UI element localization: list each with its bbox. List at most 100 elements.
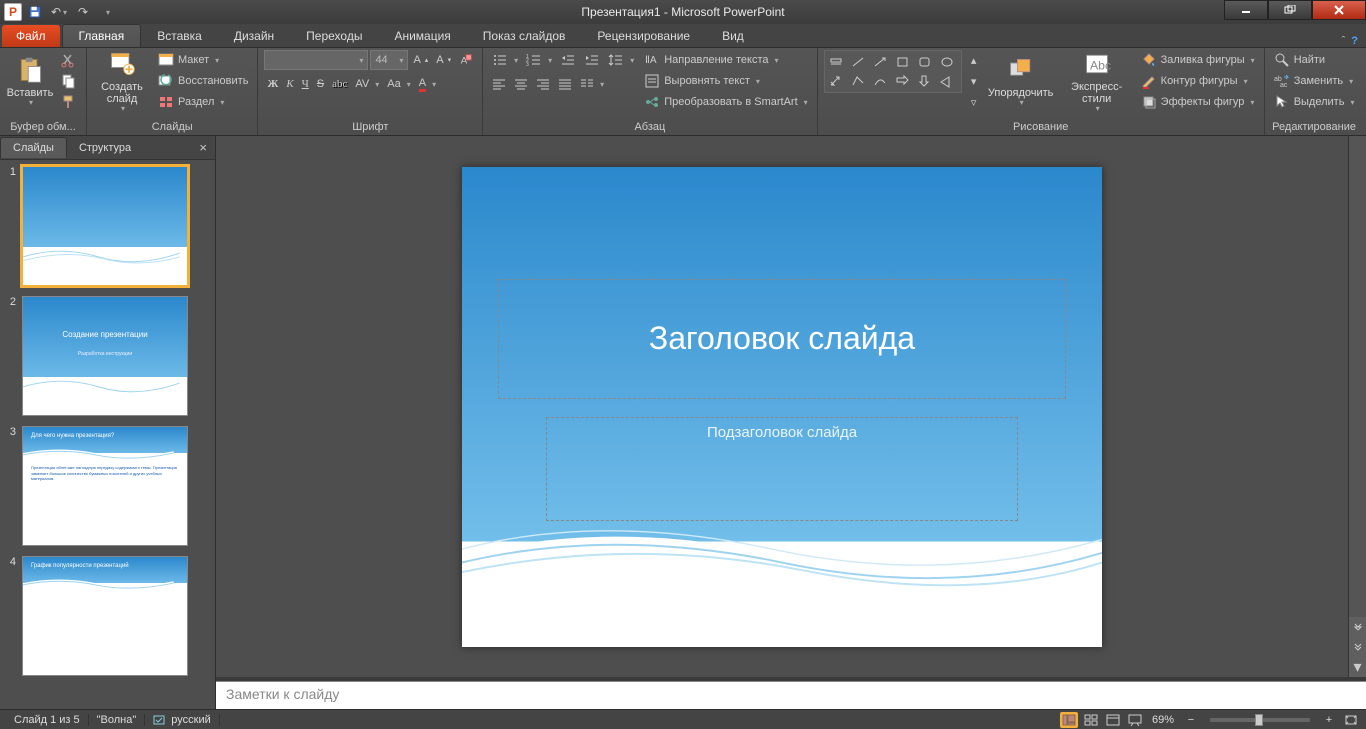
select-button[interactable]: Выделить▾ [1271,92,1358,112]
tab-insert[interactable]: Вставка [141,25,218,47]
side-tab-slides[interactable]: Слайды [0,137,67,158]
format-painter-button[interactable] [58,92,80,112]
view-sorter-button[interactable] [1082,712,1100,728]
change-case-button[interactable]: Aa▾ [384,74,413,94]
reset-button[interactable]: Восстановить [155,71,251,91]
tab-home[interactable]: Главная [62,24,142,47]
cut-button[interactable] [58,50,80,70]
status-slide[interactable]: Слайд 1 из 5 [6,714,89,726]
subtitle-placeholder[interactable]: Подзаголовок слайда [546,417,1018,521]
gallery-up[interactable]: ▴ [966,50,982,70]
undo-button[interactable]: ↶▾ [48,2,70,22]
font-color-button[interactable]: A▾ [416,74,439,94]
status-bar: Слайд 1 из 5 "Волна" русский 69% − + [0,709,1366,729]
vertical-scrollbar[interactable]: ▾ [1348,136,1366,677]
qat-customize[interactable]: ▾ [96,2,118,22]
scroll-down-button[interactable]: ▾ [1349,657,1366,677]
align-text-button[interactable]: Выровнять текст▾ [641,71,810,91]
help-icon[interactable]: ? [1351,35,1358,47]
redo-button[interactable]: ↷ [72,2,94,22]
gallery-down[interactable]: ▾ [966,71,982,91]
italic-button[interactable]: К [283,74,296,94]
arrange-button[interactable]: Упорядочить▾ [986,50,1056,114]
line-spacing-button[interactable]: ▾ [605,50,637,70]
copy-button[interactable] [58,71,80,91]
gallery-more[interactable]: ▿ [966,92,982,112]
outdent-button[interactable] [557,50,579,70]
align-right-button[interactable] [533,74,553,94]
zoom-slider[interactable] [1210,718,1310,722]
minimize-button[interactable] [1224,0,1268,20]
shape-fill-button[interactable]: Заливка фигуры▾ [1138,50,1258,70]
thumb-2[interactable]: Создание презентации Разработка инструкц… [22,296,188,416]
bullets-button[interactable]: ▾ [489,50,521,70]
thumbnail-list[interactable]: 1 2 Создание презентации Разработка инст… [0,160,215,709]
tab-animation[interactable]: Анимация [378,25,466,47]
status-lang[interactable]: русский [145,714,219,726]
next-slide-button[interactable] [1349,637,1366,657]
title-bar: P ↶▾ ↷ ▾ Презентация1 - Microsoft PowerP… [0,0,1366,24]
grow-font-button[interactable]: A▴ [410,50,431,70]
tab-review[interactable]: Рецензирование [581,25,706,47]
notes-pane[interactable]: Заметки к слайду [216,681,1366,709]
shapes-gallery[interactable] [824,50,962,93]
thumb-4[interactable]: График популярности презентаций [22,556,188,676]
quick-styles-button[interactable]: Abc Экспресс-стили▾ [1060,50,1134,114]
maximize-button[interactable] [1268,0,1312,20]
layout-button[interactable]: Макет▾ [155,50,251,70]
numbering-button[interactable]: 123▾ [523,50,555,70]
justify-button[interactable] [555,74,575,94]
char-spacing-button[interactable]: AV▾ [352,74,382,94]
slide-canvas[interactable]: Заголовок слайда Подзаголовок слайда [216,136,1348,677]
group-label-drawing: Рисование [824,119,1258,135]
editor-area: Заголовок слайда Подзаголовок слайда ▾ З… [216,136,1366,709]
zoom-in-button[interactable]: + [1320,712,1338,728]
new-slide-button[interactable]: Создать слайд▾ [93,50,151,114]
tab-slideshow[interactable]: Показ слайдов [467,25,582,47]
svg-text:ⅡA: ⅡA [645,55,657,66]
shrink-font-button[interactable]: A▾ [433,50,454,70]
title-placeholder[interactable]: Заголовок слайда [498,279,1066,399]
shape-outline-button[interactable]: Контур фигуры▾ [1138,71,1258,91]
view-reading-button[interactable] [1104,712,1122,728]
zoom-out-button[interactable]: − [1182,712,1200,728]
bold-button[interactable]: Ж [264,74,281,94]
prev-slide-button[interactable] [1349,617,1366,637]
tab-transitions[interactable]: Переходы [290,25,378,47]
align-center-button[interactable] [511,74,531,94]
replace-button[interactable]: abacЗаменить▾ [1271,71,1358,91]
indent-button[interactable] [581,50,603,70]
tab-view[interactable]: Вид [706,25,760,47]
side-panel-close[interactable]: × [191,140,215,155]
close-button[interactable] [1312,0,1366,20]
tab-file[interactable]: Файл [2,25,60,47]
section-button[interactable]: Раздел▾ [155,92,251,112]
underline-button[interactable]: Ч [299,74,312,94]
save-button[interactable] [24,2,46,22]
strike-button[interactable]: S [314,74,327,94]
side-tab-outline[interactable]: Структура [67,138,143,158]
thumb-3[interactable]: Для чего нужна презентация? Презентация … [22,426,188,546]
columns-button[interactable]: ▾ [577,74,607,94]
paste-button[interactable]: Вставить▾ [6,50,54,114]
thumb-1[interactable] [22,166,188,286]
font-family-combo[interactable]: ▾ [264,50,368,70]
view-normal-button[interactable] [1060,712,1078,728]
shape-effects-button[interactable]: Эффекты фигур▾ [1138,92,1258,112]
font-size-combo[interactable]: 44▾ [370,50,408,70]
align-left-button[interactable] [489,74,509,94]
group-paragraph: ▾ 123▾ ▾ ▾ ⅡAНаправление текста▾ Выровня… [483,48,818,135]
smartart-button[interactable]: Преобразовать в SmartArt▾ [641,92,810,112]
app-icon[interactable]: P [4,3,22,21]
zoom-value[interactable]: 69% [1152,714,1174,726]
view-slideshow-button[interactable] [1126,712,1144,728]
find-button[interactable]: Найти [1271,50,1358,70]
text-direction-button[interactable]: ⅡAНаправление текста▾ [641,50,810,70]
minimize-ribbon-icon[interactable]: ˆ [1342,35,1346,47]
shadow-button[interactable]: abc [329,74,350,94]
slide[interactable]: Заголовок слайда Подзаголовок слайда [462,167,1102,647]
fit-window-button[interactable] [1342,712,1360,728]
status-theme[interactable]: "Волна" [89,714,146,726]
tab-design[interactable]: Дизайн [218,25,290,47]
clear-format-button[interactable]: A [456,50,476,70]
